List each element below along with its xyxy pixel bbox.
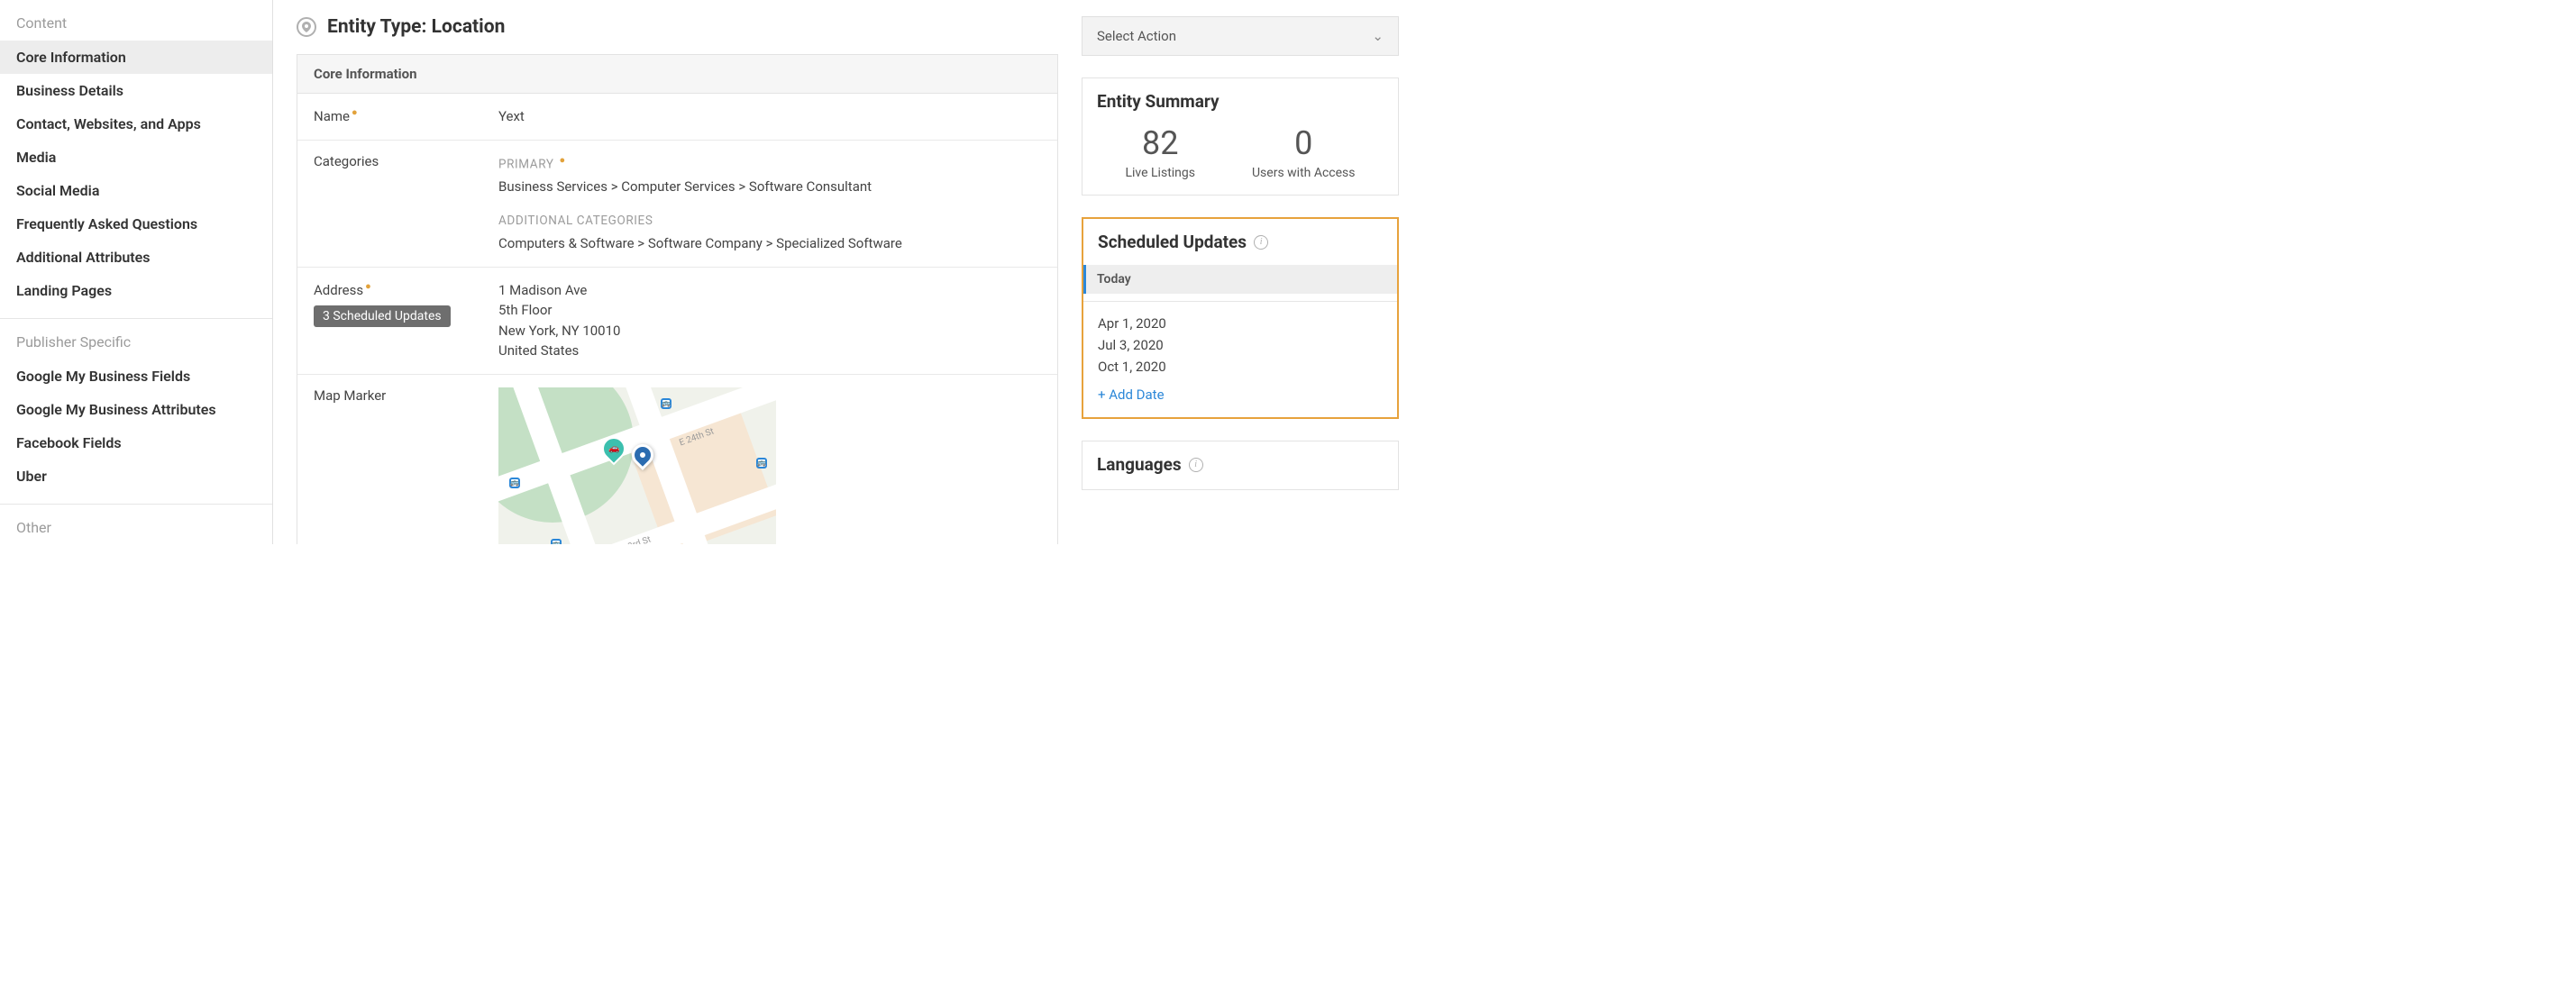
sidebar-item-landing-pages[interactable]: Landing Pages: [0, 274, 272, 307]
sidebar-item-gmb-attributes[interactable]: Google My Business Attributes: [0, 393, 272, 426]
sidebar-item-additional-attributes[interactable]: Additional Attributes: [0, 241, 272, 274]
required-dot-icon: ●: [365, 280, 371, 292]
field-value-address: 1 Madison Ave 5th Floor New York, NY 100…: [498, 280, 1041, 361]
core-information-panel: Core Information Name● Yext Categories P…: [297, 54, 1058, 544]
sidebar-section-publisher: Publisher Specific: [0, 319, 272, 359]
info-icon[interactable]: i: [1189, 458, 1203, 472]
today-indicator: Today: [1083, 265, 1397, 294]
entity-header: Entity Type: Location: [297, 16, 1058, 38]
scheduled-updates-badge[interactable]: 3 Scheduled Updates: [314, 305, 451, 327]
address-line: New York, NY 10010: [498, 321, 1041, 341]
live-listings-stat[interactable]: 82 Live Listings: [1125, 124, 1195, 180]
row-name[interactable]: Name● Yext: [297, 94, 1057, 141]
map-preview[interactable]: E 24th St E 23rd St 🚌 🚌 🚌 🚌: [498, 387, 776, 545]
row-map-marker[interactable]: Map Marker E 24th St E 23rd St 🚌 🚌 🚌 🚌: [297, 375, 1057, 545]
street-label: E 23rd St: [615, 532, 653, 544]
scheduled-date[interactable]: Apr 1, 2020: [1098, 313, 1383, 334]
select-action-label: Select Action: [1097, 28, 1176, 44]
chevron-down-icon: ⌄: [1372, 28, 1384, 44]
sidebar-item-gmb-fields[interactable]: Google My Business Fields: [0, 359, 272, 393]
additional-categories-label: ADDITIONAL CATEGORIES: [498, 212, 653, 230]
sidebar-item-social-media[interactable]: Social Media: [0, 174, 272, 207]
address-line: United States: [498, 341, 1041, 361]
sidebar-item-business-details[interactable]: Business Details: [0, 74, 272, 107]
entity-summary-title: Entity Summary: [1097, 91, 1384, 112]
sidebar-item-media[interactable]: Media: [0, 141, 272, 174]
field-label-map-marker: Map Marker: [314, 387, 498, 404]
languages-title: Languages i: [1097, 454, 1384, 475]
row-categories[interactable]: Categories PRIMARY ● Business Services >…: [297, 141, 1057, 268]
row-address[interactable]: Address● 3 Scheduled Updates 1 Madison A…: [297, 268, 1057, 375]
sidebar-item-uber[interactable]: Uber: [0, 460, 272, 493]
info-icon[interactable]: i: [1254, 235, 1268, 250]
entity-summary-card: Entity Summary 82 Live Listings 0 Users …: [1082, 77, 1399, 196]
location-pin-icon: [297, 17, 316, 37]
field-label-name: Name●: [314, 106, 498, 124]
languages-card: Languages i: [1082, 441, 1399, 490]
additional-category-value: Computers & Software > Software Company …: [498, 235, 902, 251]
transit-icon: 🚌: [551, 539, 562, 545]
sidebar-item-core-information[interactable]: Core Information: [0, 41, 272, 74]
scheduled-date-list: Apr 1, 2020 Jul 3, 2020 Oct 1, 2020: [1098, 313, 1383, 378]
scheduled-updates-title: Scheduled Updates i: [1098, 232, 1383, 252]
field-value-categories: PRIMARY ● Business Services > Computer S…: [498, 153, 1041, 254]
sidebar-item-contact-websites-apps[interactable]: Contact, Websites, and Apps: [0, 107, 272, 141]
users-count: 0: [1252, 124, 1356, 162]
primary-category-value: Business Services > Computer Services > …: [498, 178, 872, 195]
transit-icon: 🚌: [661, 398, 671, 409]
scheduled-updates-card: Scheduled Updates i Today Apr 1, 2020 Ju…: [1082, 217, 1399, 419]
field-label-address: Address● 3 Scheduled Updates: [314, 280, 498, 327]
required-dot-icon: ●: [352, 106, 358, 118]
field-label-categories: Categories: [314, 153, 498, 169]
users-label: Users with Access: [1252, 166, 1356, 180]
select-action-dropdown[interactable]: Select Action ⌄: [1082, 16, 1399, 56]
sidebar: Content Core Information Business Detail…: [0, 0, 273, 544]
scheduled-date[interactable]: Oct 1, 2020: [1098, 356, 1383, 378]
field-value-name: Yext: [498, 106, 1041, 127]
required-dot-icon: ●: [559, 154, 565, 166]
live-listings-label: Live Listings: [1125, 166, 1195, 180]
address-line: 1 Madison Ave: [498, 280, 1041, 301]
scheduled-date[interactable]: Jul 3, 2020: [1098, 334, 1383, 356]
sidebar-item-facebook-fields[interactable]: Facebook Fields: [0, 426, 272, 460]
main-content: Entity Type: Location Core Information N…: [273, 0, 1082, 544]
transit-icon: 🚌: [509, 478, 520, 488]
sidebar-section-content: Content: [0, 0, 272, 41]
panel-header: Core Information: [297, 55, 1057, 94]
primary-category-label: PRIMARY ●: [498, 153, 566, 174]
sidebar-section-other: Other: [0, 505, 272, 544]
users-with-access-stat[interactable]: 0 Users with Access: [1252, 124, 1356, 180]
sidebar-item-faq[interactable]: Frequently Asked Questions: [0, 207, 272, 241]
address-line: 5th Floor: [498, 300, 1041, 321]
right-column: Select Action ⌄ Entity Summary 82 Live L…: [1082, 0, 1406, 544]
live-listings-count: 82: [1125, 124, 1195, 162]
entity-type-title: Entity Type: Location: [327, 16, 505, 38]
add-date-button[interactable]: + Add Date: [1098, 387, 1383, 403]
transit-icon: 🚌: [756, 458, 767, 469]
